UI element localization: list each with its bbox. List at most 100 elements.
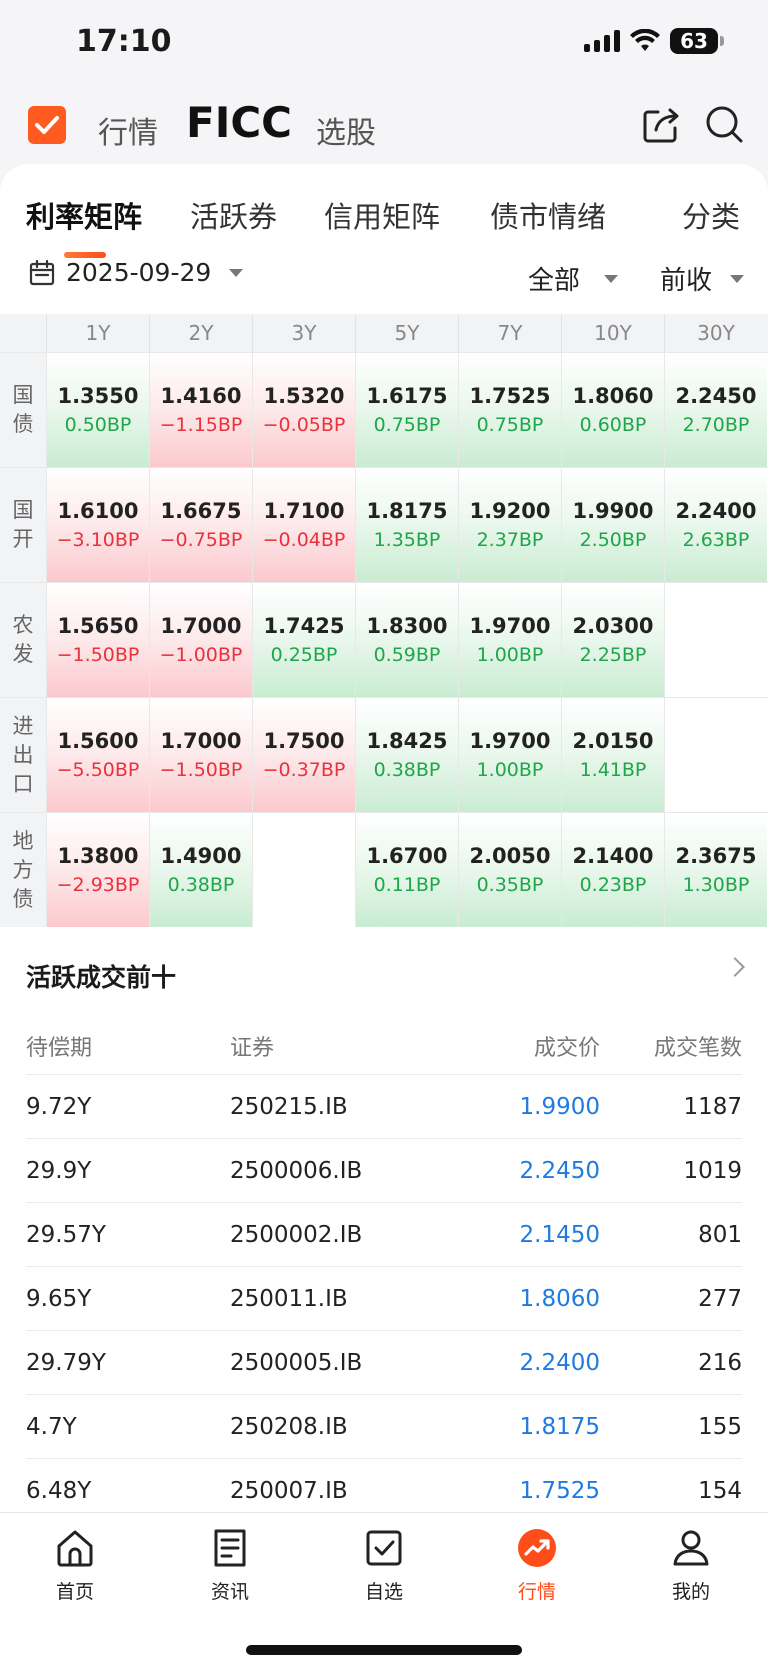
- cell-yield: 1.6700: [366, 844, 448, 868]
- table-row[interactable]: 29.57Y 2500002.IB 2.1450 801: [26, 1202, 742, 1266]
- matrix-cell[interactable]: 2.0050 0.35BP: [458, 813, 561, 927]
- nav-home[interactable]: 首页: [20, 1527, 130, 1604]
- sub-tabs: 利率矩阵 活跃券 信用矩阵 债市情绪 分类: [0, 186, 768, 258]
- matrix-cell[interactable]: 1.8060 0.60BP: [561, 353, 664, 467]
- nav-label: 自选: [364, 1581, 403, 1603]
- matrix-cell[interactable]: 1.9900 2.50BP: [561, 468, 664, 582]
- matrix-cell[interactable]: 1.6700 0.11BP: [355, 813, 458, 927]
- cell-maturity: 29.9Y: [26, 1157, 92, 1184]
- scope-value: 全部: [528, 266, 581, 296]
- matrix-cell[interactable]: 1.6100 −3.10BP: [46, 468, 149, 582]
- profile-icon: [673, 1530, 709, 1566]
- cell-trade-count: 1019: [683, 1157, 742, 1184]
- table-header: 待偿期 证券 成交价 成交笔数: [26, 1018, 742, 1074]
- header-tab-ficc[interactable]: FICC: [186, 98, 292, 147]
- matrix-cell[interactable]: 1.9700 1.00BP: [458, 583, 561, 697]
- header-trade-count[interactable]: 成交笔数: [600, 1030, 742, 1062]
- chevron-right-icon[interactable]: [725, 957, 745, 977]
- cell-yield: 1.8060: [572, 384, 654, 408]
- subtab-credit-matrix[interactable]: 信用矩阵: [324, 194, 440, 236]
- matrix-cell[interactable]: 1.4900 0.38BP: [149, 813, 252, 927]
- matrix-cell[interactable]: 1.7000 −1.00BP: [149, 583, 252, 697]
- subtab-bond-sentiment[interactable]: 债市情绪: [490, 194, 606, 236]
- table-row[interactable]: 4.7Y 250208.IB 1.8175 155: [26, 1394, 742, 1458]
- date-picker[interactable]: 2025-09-29: [28, 258, 244, 287]
- table-row[interactable]: 9.65Y 250011.IB 1.8060 277: [26, 1266, 742, 1330]
- cell-change: −1.50BP: [159, 759, 243, 781]
- home-indicator[interactable]: [246, 1645, 522, 1655]
- cell-change: −1.15BP: [159, 414, 243, 436]
- matrix-cell[interactable]: 2.1400 0.23BP: [561, 813, 664, 927]
- matrix-col-header: 1Y: [46, 314, 149, 352]
- cell-yield: 1.3550: [57, 384, 139, 408]
- nav-news[interactable]: 资讯: [175, 1527, 285, 1604]
- chevron-down-icon: [730, 274, 745, 283]
- matrix-col-header: 10Y: [561, 314, 664, 352]
- subtab-rate-matrix[interactable]: 利率矩阵: [26, 194, 142, 236]
- matrix-cell[interactable]: 1.7500 −0.37BP: [252, 698, 355, 812]
- matrix-cell[interactable]: 1.9200 2.37BP: [458, 468, 561, 582]
- header-price[interactable]: 成交价: [450, 1030, 600, 1062]
- matrix-cell[interactable]: 1.4160 −1.15BP: [149, 353, 252, 467]
- cell-price: 2.1450: [519, 1221, 600, 1248]
- matrix-cell[interactable]: 1.7525 0.75BP: [458, 353, 561, 467]
- matrix-row: 地 方 债 1.3800 −2.93BP 1.4900 0.38BP 1.6700 0.11…: [0, 812, 768, 927]
- matrix-col-header: 3Y: [252, 314, 355, 352]
- nav-profile[interactable]: 我的: [636, 1527, 746, 1604]
- cell-yield: 1.9900: [572, 499, 654, 523]
- matrix-cell[interactable]: 1.7000 −1.50BP: [149, 698, 252, 812]
- cell-change: −1.50BP: [56, 644, 140, 666]
- matrix-cell[interactable]: 2.2400 2.63BP: [664, 468, 767, 582]
- cell-yield: 1.6100: [57, 499, 139, 523]
- cell-change: 1.30BP: [682, 874, 750, 896]
- table-row[interactable]: 29.9Y 2500006.IB 2.2450 1019: [26, 1138, 742, 1202]
- cell-yield: 1.9700: [469, 614, 551, 638]
- header-maturity[interactable]: 待偿期: [26, 1030, 230, 1062]
- subtab-active-bonds[interactable]: 活跃券: [190, 194, 277, 236]
- matrix-cell[interactable]: 2.0150 1.41BP: [561, 698, 664, 812]
- cell-yield: 1.7000: [160, 614, 242, 638]
- cell-trade-count: 216: [698, 1349, 742, 1376]
- header-tab-stock-picker[interactable]: 选股: [316, 108, 376, 152]
- matrix-cell[interactable]: 1.6675 −0.75BP: [149, 468, 252, 582]
- matrix-cell[interactable]: 2.3675 1.30BP: [664, 813, 767, 927]
- search-icon[interactable]: [702, 102, 746, 146]
- cell-security: 250215.IB: [230, 1093, 348, 1120]
- matrix-cell[interactable]: 1.9700 1.00BP: [458, 698, 561, 812]
- cell-change: 0.35BP: [476, 874, 544, 896]
- matrix-cell[interactable]: 1.8300 0.59BP: [355, 583, 458, 697]
- table-row[interactable]: 9.72Y 250215.IB 1.9900 1187: [26, 1074, 742, 1138]
- status-time: 17:10: [76, 24, 172, 59]
- subtab-category[interactable]: 分类: [682, 194, 740, 236]
- active-trades-title: 活跃成交前十: [26, 963, 177, 992]
- matrix-cell[interactable]: 1.5650 −1.50BP: [46, 583, 149, 697]
- matrix-cell[interactable]: 1.7425 0.25BP: [252, 583, 355, 697]
- matrix-row-label: 国 开: [0, 468, 46, 582]
- measure-select[interactable]: 前收: [660, 260, 745, 297]
- matrix-cell[interactable]: 1.5320 −0.05BP: [252, 353, 355, 467]
- cellular-signal-icon: [584, 30, 620, 52]
- matrix-cell[interactable]: 1.8425 0.38BP: [355, 698, 458, 812]
- nav-market[interactable]: 行情: [482, 1527, 592, 1604]
- matrix-cell[interactable]: 2.2450 2.70BP: [664, 353, 767, 467]
- matrix-cell[interactable]: 2.0300 2.25BP: [561, 583, 664, 697]
- header-security[interactable]: 证券: [230, 1030, 450, 1062]
- header-tab-market[interactable]: 行情: [98, 108, 158, 152]
- matrix-cell[interactable]: 1.7100 −0.04BP: [252, 468, 355, 582]
- matrix-cell[interactable]: 1.3800 −2.93BP: [46, 813, 149, 927]
- cell-price: 1.7525: [519, 1477, 600, 1504]
- share-icon[interactable]: [640, 102, 684, 146]
- matrix-cell[interactable]: 1.3550 0.50BP: [46, 353, 149, 467]
- cell-change: 0.60BP: [579, 414, 647, 436]
- matrix-col-header: 2Y: [149, 314, 252, 352]
- cell-change: −3.10BP: [56, 529, 140, 551]
- matrix-cell[interactable]: 1.5600 −5.50BP: [46, 698, 149, 812]
- bottom-nav: 首页 资讯 自选 行情 我的: [0, 1512, 768, 1662]
- matrix-cell[interactable]: 1.8175 1.35BP: [355, 468, 458, 582]
- scope-select[interactable]: 全部: [528, 260, 619, 297]
- cell-change: 0.50BP: [64, 414, 132, 436]
- matrix-cell[interactable]: 1.6175 0.75BP: [355, 353, 458, 467]
- market-icon: [518, 1529, 556, 1567]
- table-row[interactable]: 29.79Y 2500005.IB 2.2400 216: [26, 1330, 742, 1394]
- nav-watchlist[interactable]: 自选: [329, 1527, 439, 1604]
